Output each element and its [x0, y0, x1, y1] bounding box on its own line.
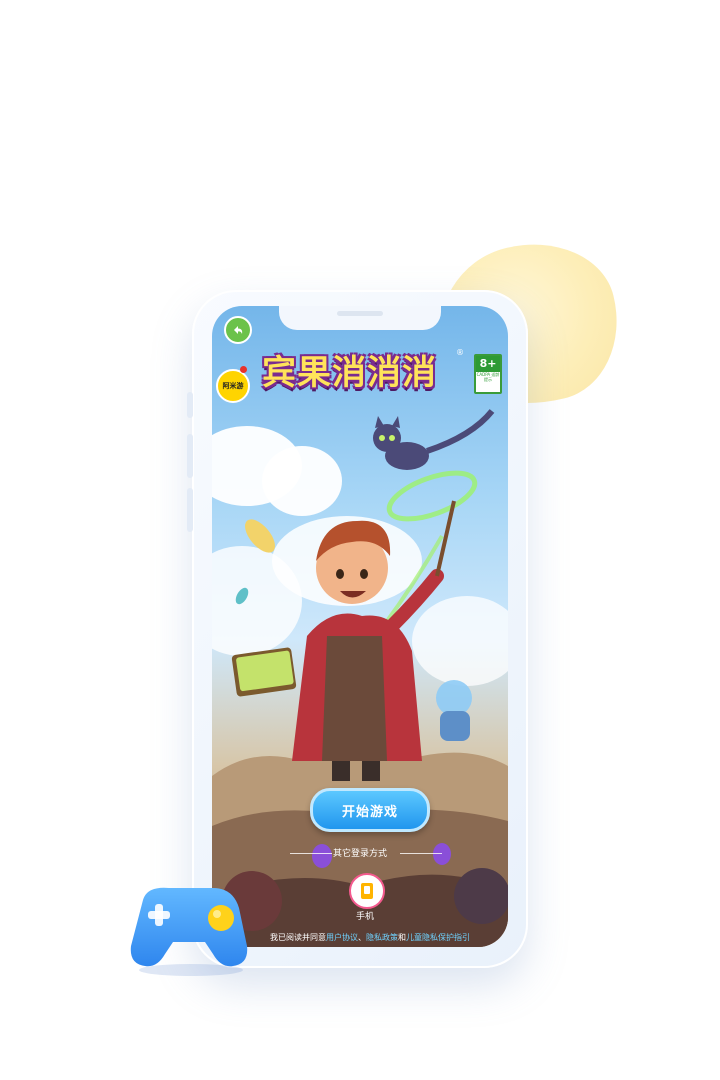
phone-login-label: 手机 [355, 912, 374, 922]
publisher-badge-text: 阿米游 [222, 382, 244, 390]
start-game-button[interactable]: 开始游戏 [310, 788, 430, 832]
phone-notch [279, 306, 441, 330]
phone-side-button-volume-down [187, 488, 193, 532]
age-rating-note: CADPA 适龄提示 [476, 372, 500, 382]
age-rating-badge: 8+ CADPA 适龄提示 [474, 354, 502, 394]
phone-side-button-volume-up [187, 434, 193, 478]
privacy-policy-link[interactable]: 隐私政策 [366, 933, 398, 942]
child-privacy-link[interactable]: 儿童隐私保护指引 [406, 933, 470, 942]
agreement-prefix: 我已阅读并同意 [270, 933, 326, 942]
gamepad-icon [130, 887, 248, 976]
other-login-label: 其它登录方式 [332, 849, 387, 859]
trademark-symbol: ® [456, 348, 464, 357]
phone-speaker [337, 311, 383, 316]
game-logo-title: 宾果消消消 [262, 353, 437, 393]
publisher-badge: 阿米游 [216, 369, 250, 403]
agreement-separator: 、 [358, 933, 366, 942]
back-arrow-icon [234, 326, 243, 334]
phone-login-button[interactable] [349, 873, 385, 909]
phone-icon [361, 883, 373, 899]
agreement-text: 我已阅读并同意用户协议、隐私政策和儿童隐私保护指引 [240, 932, 500, 943]
user-agreement-link[interactable]: 用户协议 [326, 933, 358, 942]
notification-dot [240, 366, 247, 373]
agreement-and: 和 [398, 933, 406, 942]
age-rating-value: 8+ [476, 356, 500, 372]
phone-side-button-silent [187, 392, 193, 418]
back-button[interactable] [224, 316, 252, 344]
